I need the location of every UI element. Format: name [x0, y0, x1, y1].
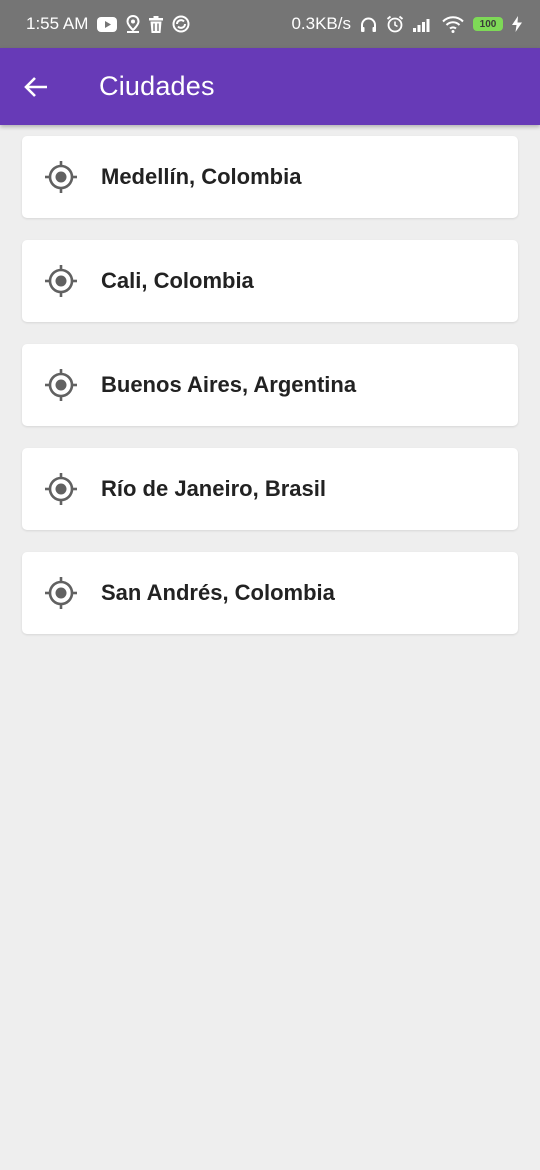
back-button[interactable]	[18, 69, 54, 105]
sync-icon	[172, 15, 190, 33]
city-name: San Andrés, Colombia	[101, 580, 335, 605]
status-bar: 1:55 AM 0.3KB/s 100	[0, 0, 540, 48]
list-item-city[interactable]: Río de Janeiro, Brasil	[22, 448, 518, 530]
youtube-icon	[97, 16, 118, 32]
gps-target-icon	[44, 160, 78, 194]
network-speed: 0.3KB/s	[291, 14, 351, 33]
headphones-icon	[360, 16, 377, 33]
charging-icon	[512, 16, 522, 32]
wifi-icon	[442, 15, 464, 33]
status-bar-right: 0.3KB/s 100	[291, 14, 522, 34]
list-item-city[interactable]: Cali, Colombia	[22, 240, 518, 322]
city-list: Medellín, Colombia Cali, Colombia Buenos…	[22, 136, 518, 634]
list-item-city[interactable]: San Andrés, Colombia	[22, 552, 518, 634]
list-item-city[interactable]: Medellín, Colombia	[22, 136, 518, 218]
trash-icon	[149, 15, 164, 33]
gps-target-icon	[44, 264, 78, 298]
arrow-back-icon	[24, 76, 47, 97]
signal-icon	[413, 17, 433, 32]
gps-target-icon	[44, 576, 78, 610]
city-name: Río de Janeiro, Brasil	[101, 476, 326, 501]
city-name: Medellín, Colombia	[101, 164, 302, 189]
app-bar: Ciudades	[0, 48, 540, 125]
gps-target-icon	[44, 368, 78, 402]
alarm-icon	[386, 15, 404, 33]
gps-target-icon	[44, 472, 78, 506]
list-item-city[interactable]: Buenos Aires, Argentina	[22, 344, 518, 426]
page-title: Ciudades	[99, 71, 215, 101]
battery-icon: 100	[473, 17, 503, 31]
location-pin-icon	[126, 15, 140, 33]
city-name: Buenos Aires, Argentina	[101, 372, 357, 397]
status-time: 1:55 AM	[26, 14, 89, 33]
city-name: Cali, Colombia	[101, 268, 254, 293]
status-bar-left: 1:55 AM	[26, 14, 190, 34]
